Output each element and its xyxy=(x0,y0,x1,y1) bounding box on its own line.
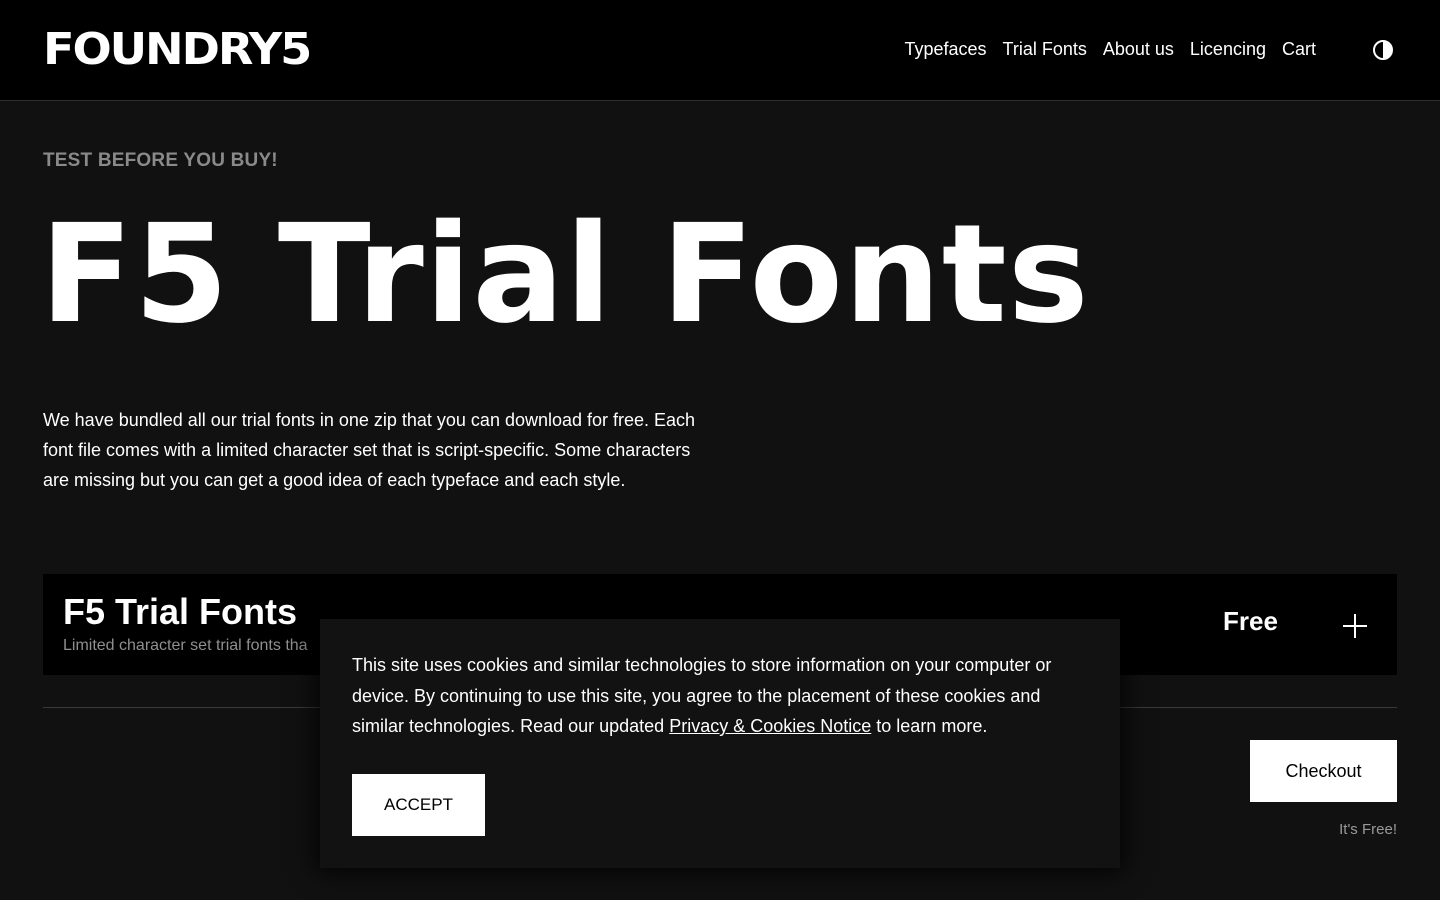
main-nav: Typefaces Trial Fonts About us Licencing… xyxy=(904,36,1316,62)
plus-icon[interactable] xyxy=(1341,612,1369,640)
cookie-text-after: to learn more. xyxy=(871,716,988,736)
foundry5-logo[interactable]: FOUNDRY5 xyxy=(43,28,312,72)
checkout-button[interactable]: Checkout xyxy=(1250,740,1397,802)
cookie-banner: This site uses cookies and similar techn… xyxy=(320,619,1120,868)
product-name: F5 Trial Fonts xyxy=(63,591,298,632)
price-note: It's Free! xyxy=(1339,821,1397,838)
nav-link-typefaces[interactable]: Typefaces xyxy=(904,36,986,62)
nav-link-about-us[interactable]: About us xyxy=(1103,36,1174,62)
accept-cookies-button[interactable]: ACCEPT xyxy=(352,774,485,836)
eyebrow-tagline: TEST BEFORE YOU BUY! xyxy=(43,150,278,171)
site-header: FOUNDRY5 Typefaces Trial Fonts About us … xyxy=(0,0,1440,101)
nav-link-licencing[interactable]: Licencing xyxy=(1190,36,1266,62)
intro-paragraph: We have bundled all our trial fonts in o… xyxy=(43,410,696,490)
nav-link-trial-fonts[interactable]: Trial Fonts xyxy=(1003,36,1087,62)
cookie-message: This site uses cookies and similar techn… xyxy=(352,650,1092,742)
product-description: Limited character set trial fonts tha xyxy=(63,637,308,654)
nav-link-cart[interactable]: Cart xyxy=(1282,36,1316,62)
contrast-icon[interactable] xyxy=(1372,39,1394,61)
page-title: F5 Trial Fonts xyxy=(40,196,1090,354)
privacy-notice-link[interactable]: Privacy & Cookies Notice xyxy=(669,716,871,736)
product-price: Free xyxy=(1223,606,1278,636)
